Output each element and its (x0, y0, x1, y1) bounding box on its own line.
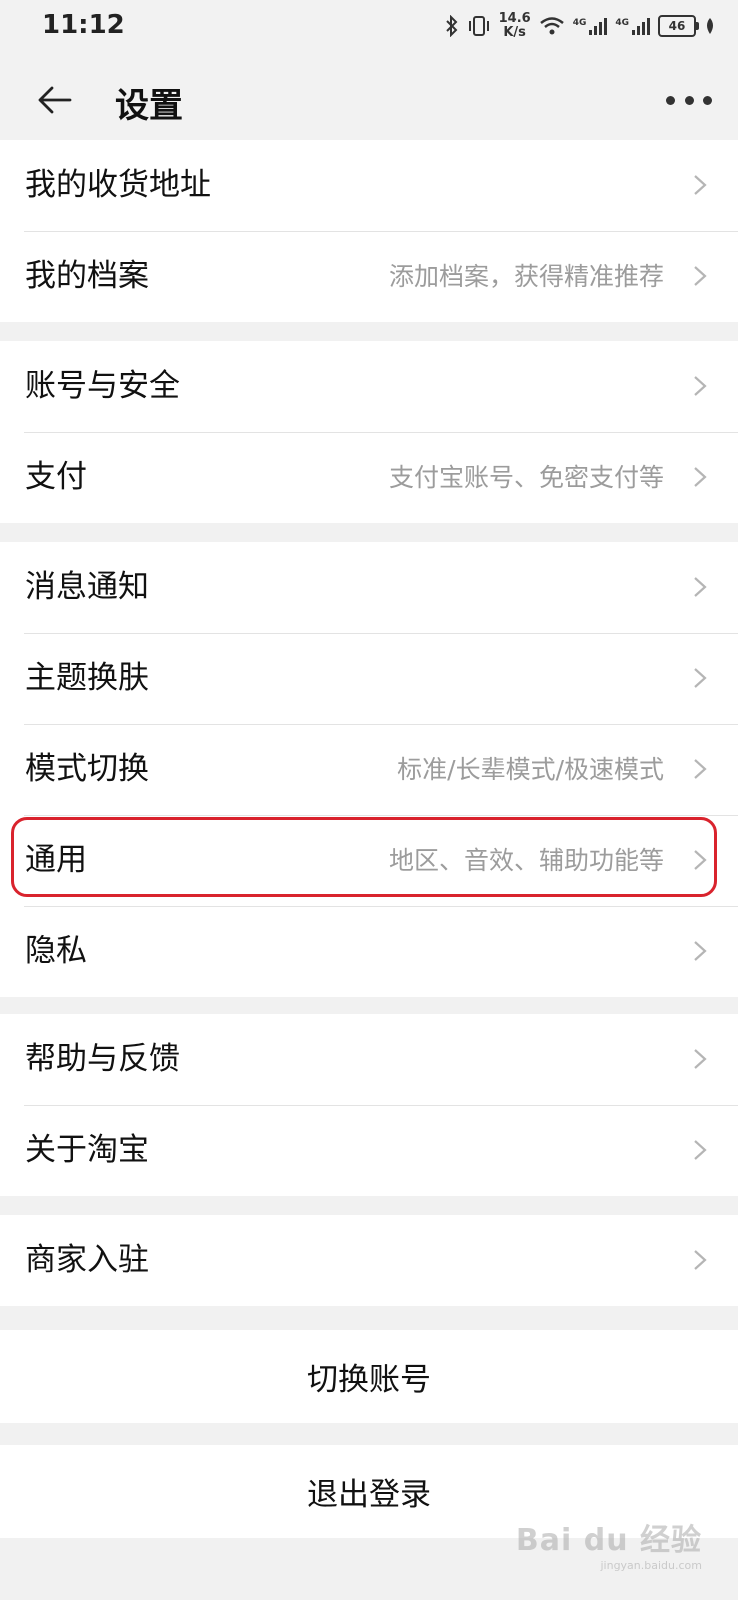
settings-row-help-feedback[interactable]: 帮助与反馈 (0, 1014, 738, 1105)
chevron-right-icon (694, 1049, 707, 1069)
row-hint: 支付宝账号、免密支付等 (388, 463, 664, 492)
row-label: 关于淘宝 (25, 1132, 149, 1168)
battery-level: 46 (668, 19, 686, 33)
settings-row-about[interactable]: 关于淘宝 (0, 1105, 738, 1196)
settings-row-notifications[interactable]: 消息通知 (0, 542, 738, 633)
network-type-2: 4G (615, 17, 629, 28)
row-label: 隐私 (25, 933, 87, 969)
wifi-icon (539, 17, 564, 35)
bluetooth-icon (445, 15, 458, 37)
row-hint: 地区、音效、辅助功能等 (388, 846, 664, 875)
settings-group-2: 账号与安全 支付 支付宝账号、免密支付等 (0, 341, 738, 523)
row-label: 通用 (25, 842, 87, 878)
settings-row-theme[interactable]: 主题换肤 (0, 633, 738, 724)
row-label: 商家入驻 (25, 1242, 149, 1278)
row-label: 我的档案 (25, 258, 149, 294)
battery-icon: 46 (658, 15, 699, 37)
row-label: 模式切换 (25, 751, 149, 787)
chevron-right-icon (694, 941, 707, 961)
settings-row-account-security[interactable]: 账号与安全 (0, 341, 738, 432)
chevron-right-icon (694, 577, 707, 597)
settings-group-1: 我的收货地址 我的档案 添加档案，获得精准推荐 (0, 140, 738, 322)
row-label: 主题换肤 (25, 660, 149, 696)
more-options-icon[interactable] (666, 82, 712, 118)
back-arrow-icon[interactable] (34, 80, 74, 120)
status-bar: 11:12 14.6 K/s 4G 4G 46 (0, 0, 738, 52)
chevron-right-icon (694, 1250, 707, 1270)
logout-label: 退出登录 (307, 1477, 431, 1513)
chevron-right-icon (694, 668, 707, 688)
settings-group-4: 帮助与反馈 关于淘宝 (0, 1014, 738, 1196)
nav-bar: 设置 (0, 52, 738, 148)
vibrate-icon (468, 16, 489, 36)
settings-row-payment[interactable]: 支付 支付宝账号、免密支付等 (0, 432, 738, 523)
watermark-text: Bai du 经验 (515, 1523, 702, 1558)
switch-account-label: 切换账号 (307, 1362, 431, 1398)
chevron-right-icon (694, 759, 707, 779)
leaf-icon (707, 18, 713, 34)
chevron-right-icon (694, 1140, 707, 1160)
row-hint: 添加档案，获得精准推荐 (388, 262, 664, 291)
settings-group-3: 消息通知 主题换肤 模式切换 标准/长辈模式/极速模式 通用 地区、音效、辅助功… (0, 542, 738, 997)
signal-icon-1: 4G (572, 17, 608, 35)
status-icons: 14.6 K/s 4G 4G 46 (445, 8, 716, 44)
watermark-sub: jingyan.baidu.com (600, 1559, 702, 1572)
settings-row-address[interactable]: 我的收货地址 (0, 140, 738, 231)
row-hint: 标准/长辈模式/极速模式 (397, 755, 664, 784)
row-label: 消息通知 (25, 569, 149, 605)
speed-unit: K/s (503, 25, 526, 40)
network-type-1: 4G (572, 17, 587, 28)
settings-row-profile[interactable]: 我的档案 添加档案，获得精准推荐 (0, 231, 738, 322)
baidu-watermark: Bai du 经验 jingyan.baidu.com (516, 1515, 702, 1572)
chevron-right-icon (694, 175, 707, 195)
row-label: 账号与安全 (25, 368, 180, 404)
chevron-right-icon (694, 266, 707, 286)
settings-row-privacy[interactable]: 隐私 (0, 906, 738, 997)
signal-icon-2: 4G (615, 17, 650, 35)
settings-group-5: 商家入驻 (0, 1215, 738, 1306)
row-label: 我的收货地址 (25, 167, 211, 203)
settings-row-mode-switch[interactable]: 模式切换 标准/长辈模式/极速模式 (0, 724, 738, 815)
chevron-right-icon (694, 376, 707, 396)
chevron-right-icon (694, 850, 707, 870)
page-title: 设置 (115, 86, 183, 126)
status-time: 11:12 (42, 10, 125, 40)
network-speed: 14.6 K/s (499, 12, 531, 40)
switch-account-button[interactable]: 切换账号 (0, 1330, 738, 1423)
settings-row-general[interactable]: 通用 地区、音效、辅助功能等 (0, 815, 738, 906)
chevron-right-icon (694, 467, 707, 487)
settings-row-merchant[interactable]: 商家入驻 (0, 1215, 738, 1306)
row-label: 支付 (25, 459, 87, 495)
row-label: 帮助与反馈 (25, 1041, 180, 1077)
speed-value: 14.6 (498, 11, 531, 26)
